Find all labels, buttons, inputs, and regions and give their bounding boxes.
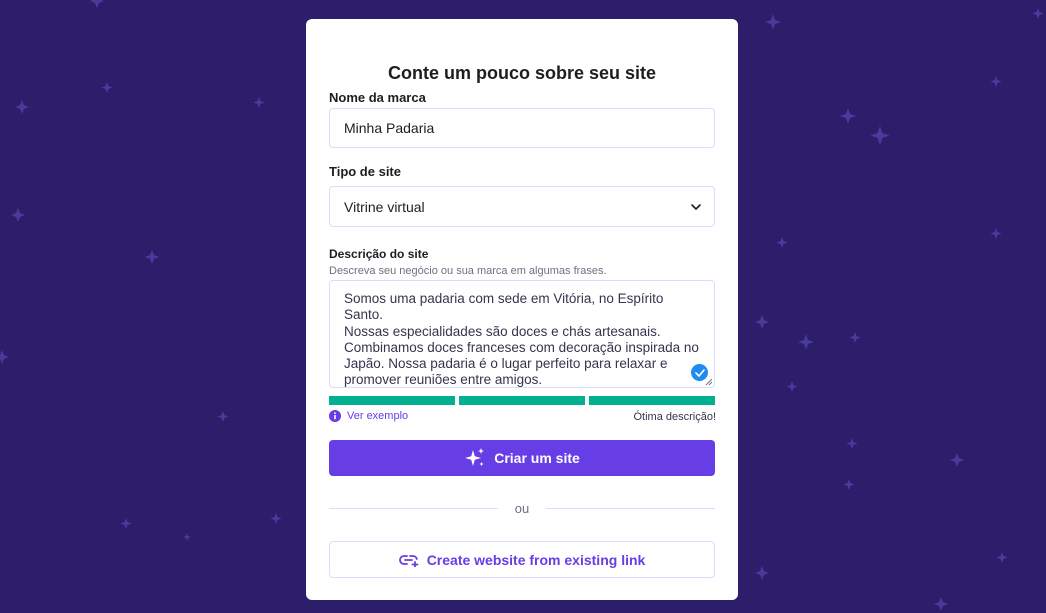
chevron-down-icon (691, 204, 701, 210)
card-title: Conte um pouco sobre seu site (387, 63, 657, 83)
description-line: Japão. Nossa padaria é o lugar perfeito … (344, 356, 668, 372)
see-example-link[interactable]: Ver exemplo (329, 410, 408, 422)
site-type-value: Vitrine virtual (344, 198, 425, 215)
site-type-select[interactable]: Vitrine virtual (329, 186, 715, 227)
description-line: Somos uma padaria com sede em Vitória, n… (344, 291, 664, 323)
strength-segment (459, 396, 585, 405)
description-line: promover reuniões entre amigos. (344, 372, 543, 388)
description-hint: Descreva seu negócio ou sua marca em alg… (329, 265, 607, 277)
see-example-label: Ver exemplo (347, 410, 409, 422)
link-plus-icon (398, 554, 419, 567)
description-strength-meter (329, 396, 715, 405)
strength-segment (589, 396, 715, 405)
description-line: Nossas especialidades são doces e chás a… (344, 323, 661, 339)
description-line: Combinamos doces franceses com decoração… (344, 339, 699, 355)
description-label: Descrição do site (329, 247, 429, 261)
brand-name-input[interactable]: Minha Padaria (329, 108, 715, 148)
divider-right (546, 508, 715, 509)
description-quality-text: Ótima descrição! (633, 411, 716, 423)
brand-name-label: Nome da marca (329, 90, 426, 105)
strength-segment (329, 396, 455, 405)
description-textarea[interactable]: Somos uma padaria com sede em Vitória, n… (329, 280, 715, 388)
site-setup-card: Conte um pouco sobre seu site Nome da ma… (306, 19, 738, 600)
sparkles-icon (465, 448, 485, 466)
create-from-link-label: Create website from existing link (426, 551, 646, 568)
create-from-link-button[interactable]: Create website from existing link (329, 541, 715, 578)
info-icon (329, 410, 341, 422)
create-site-button[interactable]: Criar um site (329, 440, 715, 476)
brand-name-value: Minha Padaria (344, 120, 435, 136)
resize-handle-icon[interactable] (705, 378, 713, 386)
create-site-label: Criar um site (494, 450, 580, 466)
site-type-label: Tipo de site (329, 164, 401, 179)
